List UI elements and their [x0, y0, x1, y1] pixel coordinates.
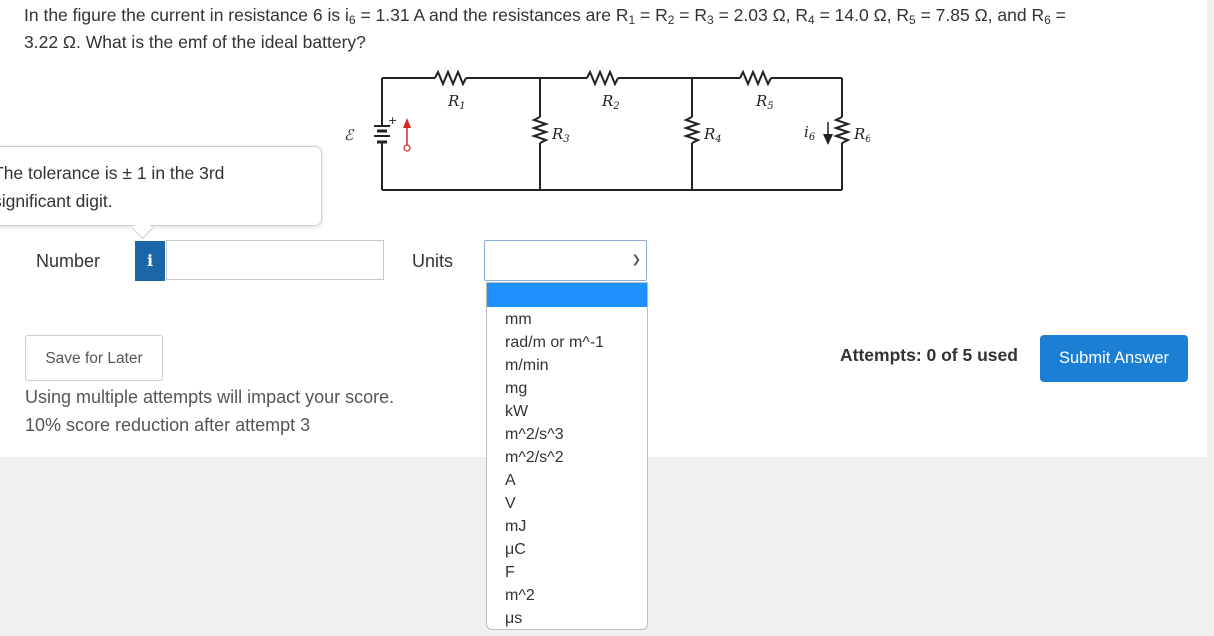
units-option[interactable]: m^2 [505, 586, 535, 606]
units-option[interactable]: V [505, 494, 516, 514]
units-option[interactable]: m/min [505, 356, 549, 376]
submit-answer-button[interactable]: Submit Answer [1040, 335, 1188, 382]
svg-text:R4: R4 [703, 125, 722, 145]
units-option-highlighted[interactable] [487, 283, 647, 307]
svg-text:ℰ: ℰ [344, 126, 355, 144]
units-select[interactable]: ❯ [484, 240, 647, 281]
units-label: Units [412, 251, 454, 271]
question-text: In the figure the current in resistance … [24, 5, 1066, 52]
number-input[interactable] [166, 240, 384, 280]
units-option[interactable]: mg [505, 379, 527, 399]
info-icon[interactable]: i [135, 241, 165, 281]
svg-text:R1: R1 [447, 92, 466, 112]
svg-text:R6: R6 [853, 125, 870, 145]
units-option[interactable]: F [505, 563, 515, 583]
save-for-later-button[interactable]: Save for Later [25, 335, 163, 381]
attempts-counter: Attempts: 0 of 5 used [840, 345, 1018, 365]
svg-text:i6: i6 [804, 123, 816, 143]
number-label: Number [36, 251, 101, 271]
units-option[interactable]: A [505, 471, 516, 491]
units-option[interactable]: rad/m or m^-1 [505, 333, 604, 353]
emf-arrow-icon [403, 118, 411, 152]
units-option[interactable]: kW [505, 402, 528, 422]
svg-text:R3: R3 [551, 125, 570, 145]
svg-text:R5: R5 [755, 92, 774, 112]
tooltip-line-2: significant digit. [0, 191, 113, 211]
units-option[interactable]: μC [505, 540, 526, 560]
tooltip-line-1: The tolerance is ± 1 in the 3rd [0, 163, 225, 183]
circuit-figure: ℰ + R1 R2 R5 R3 R4 R6 i6 [344, 69, 870, 191]
units-option[interactable]: m^2/s^2 [505, 448, 564, 468]
attempts-warning: Using multiple attempts will impact your… [25, 387, 395, 435]
units-option[interactable]: mJ [505, 517, 526, 537]
units-option[interactable]: m^2/s^3 [505, 425, 564, 445]
svg-text:+: + [388, 114, 397, 127]
units-option[interactable]: μs [505, 609, 522, 629]
svg-text:R2: R2 [601, 92, 620, 112]
tolerance-tooltip: The tolerance is ± 1 in the 3rd signific… [0, 146, 322, 240]
current-arrow-icon [823, 122, 833, 145]
units-dropdown-list[interactable]: mm rad/m or m^-1 m/min mg kW m^2/s^3 m^2/s^2 A V… [486, 282, 648, 630]
units-option[interactable]: mm [505, 310, 532, 330]
chevron-down-icon: ❯ [631, 254, 641, 266]
